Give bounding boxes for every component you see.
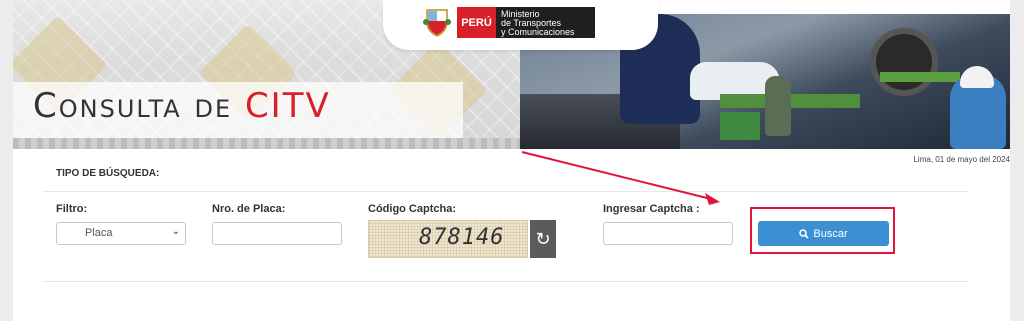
captcha-label: Código Captcha: <box>368 203 456 215</box>
divider <box>43 191 968 192</box>
tire-graphic <box>870 28 938 96</box>
ingresar-captcha-label: Ingresar Captcha : <box>603 203 700 215</box>
captcha-code: 878146 <box>419 225 505 250</box>
placa-label: Nro. de Placa: <box>212 203 286 215</box>
box-graphic <box>720 112 760 140</box>
filtro-select[interactable]: Placa ⌄ <box>56 222 186 245</box>
title-accent-text: CITV <box>244 86 331 126</box>
buscar-button[interactable]: Buscar <box>758 221 889 246</box>
search-icon <box>799 228 810 239</box>
placa-input[interactable] <box>212 222 342 245</box>
filtro-selected-value: Placa <box>85 227 113 239</box>
page-container: Consulta de CITV PERÚ Ministerio de Tran… <box>13 0 1010 321</box>
ministry-line-3: y Comunicaciones <box>501 27 575 37</box>
refresh-icon: ↻ <box>535 228 551 249</box>
banner-stripe <box>13 138 523 149</box>
title-main-text: Consulta de <box>33 86 245 126</box>
mechanic-graphic <box>765 76 791 136</box>
lift-graphic <box>880 72 960 82</box>
ministry-logo: Ministerio de Transportes y Comunicacion… <box>496 7 595 38</box>
filtro-label: Filtro: <box>56 203 88 215</box>
search-type-heading: TIPO DE BÚSQUEDA: <box>56 168 160 179</box>
peru-label: PERÚ <box>461 16 492 29</box>
page-title: Consulta de CITV <box>33 86 331 126</box>
helmet-graphic <box>960 66 994 88</box>
peru-logo: PERÚ <box>457 7 496 38</box>
captcha-input[interactable] <box>603 222 733 245</box>
header-banner: Consulta de CITV PERÚ Ministerio de Tran… <box>13 0 1010 149</box>
captcha-image: 878146 <box>368 220 528 258</box>
date-text: Lima, 01 de mayo del 2024 <box>913 155 1010 164</box>
divider <box>43 281 968 282</box>
refresh-captcha-button[interactable]: ↻ <box>530 220 556 258</box>
chevron-down-icon: ⌄ <box>171 226 180 237</box>
buscar-label: Buscar <box>813 227 848 240</box>
peru-coat-of-arms-icon <box>423 9 451 37</box>
